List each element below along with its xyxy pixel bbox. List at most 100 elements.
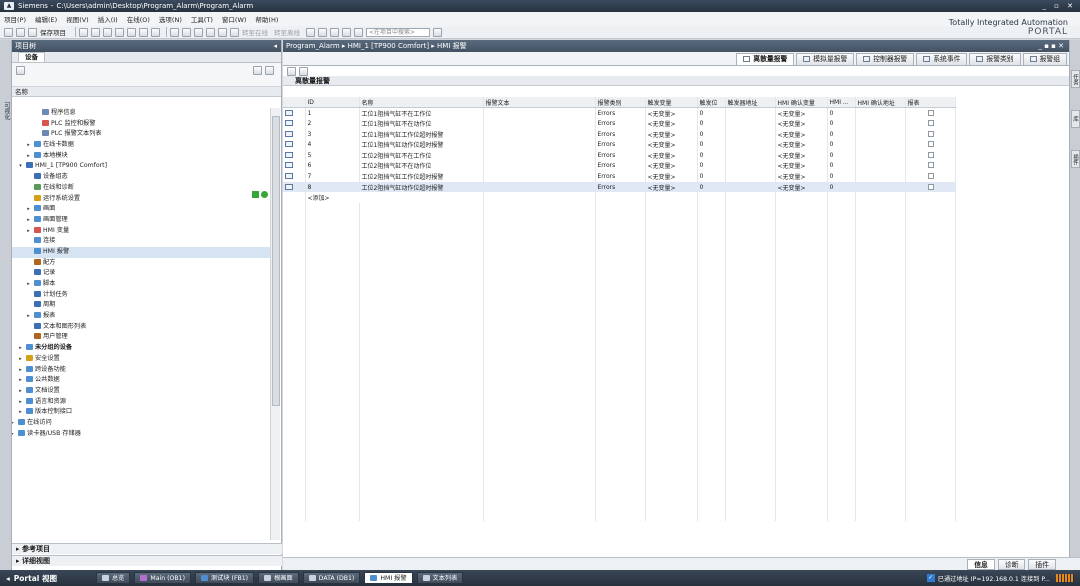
tab-alarm-type[interactable]: 模拟量报警	[796, 53, 855, 65]
details-view-bar[interactable]: ▸ 详细视图	[12, 555, 282, 566]
search-icon[interactable]	[433, 27, 442, 37]
breadcrumb-device[interactable]: HMI_1 [TP900 Comfort]	[348, 42, 429, 50]
save-icon[interactable]	[28, 27, 37, 37]
table-cell[interactable]: 1	[305, 107, 360, 119]
add-device-icon[interactable]	[16, 66, 25, 75]
table-cell[interactable]	[725, 149, 776, 161]
tree-item[interactable]: ▸ 画面	[12, 204, 270, 215]
hmi-ack-address-cell[interactable]	[855, 181, 906, 193]
table-cell[interactable]: 0	[827, 149, 856, 161]
menu-item[interactable]: 窗口(W)	[222, 14, 247, 24]
menu-item[interactable]: 项目(P)	[4, 14, 26, 24]
tab-alarm-type[interactable]: 系统事件	[916, 53, 968, 65]
table-cell[interactable]: 2	[305, 118, 360, 129]
menu-item[interactable]: 编辑(E)	[35, 14, 57, 24]
expand-arrow-icon[interactable]: ▾	[18, 161, 23, 172]
upload-icon[interactable]	[194, 27, 203, 37]
report-cell[interactable]	[905, 160, 956, 172]
table-cell[interactable]	[725, 118, 776, 129]
open-editor-tab[interactable]: Main (OB1)	[134, 572, 191, 584]
hmi-ack-address-cell[interactable]	[855, 139, 906, 150]
hmi-ack-address-cell[interactable]	[855, 107, 906, 119]
tree-item[interactable]: ▸ 文档设置	[12, 386, 270, 397]
column-header[interactable]: 报警文本	[483, 97, 596, 109]
table-row[interactable]: 2 工位1阻挡气缸不在动作位 Errors <无变量> 0 <无变量> 0	[283, 118, 956, 129]
report-cell[interactable]	[905, 139, 956, 150]
tree-item[interactable]: ▸ HMI 变量	[12, 226, 270, 237]
table-cell[interactable]: 6	[305, 160, 360, 172]
tree-item[interactable]: HMI 报警	[12, 246, 270, 258]
menu-item[interactable]: 插入(I)	[98, 14, 118, 24]
open-editor-tab[interactable]: DATA (DB1)	[302, 572, 361, 584]
table-cell[interactable]: 7	[305, 171, 360, 182]
table-cell[interactable]: Errors	[595, 181, 646, 193]
tree-item[interactable]: 用户管理	[12, 332, 270, 343]
table-cell[interactable]: 4	[305, 139, 360, 150]
report-cell[interactable]	[905, 107, 956, 119]
menu-item[interactable]: 视图(V)	[66, 14, 89, 24]
start-cpu-icon[interactable]	[218, 27, 227, 37]
split-horizontal-icon[interactable]	[342, 27, 351, 37]
menu-item[interactable]: 在线(O)	[127, 14, 150, 24]
simulate-icon[interactable]	[206, 27, 215, 37]
tab-alarm-type[interactable]: 控制器报警	[856, 53, 915, 65]
table-cell[interactable]: 工位1阻挡气缸动作位超时报警	[359, 139, 484, 150]
tree-item[interactable]: 连接	[12, 236, 270, 247]
table-cell[interactable]: <无变量>	[645, 118, 698, 129]
table-cell[interactable]: Errors	[595, 160, 646, 172]
breadcrumb-editor[interactable]: HMI 报警	[437, 42, 467, 50]
table-cell[interactable]: 0	[697, 160, 726, 172]
column-header[interactable]: 触发位	[697, 97, 726, 109]
go-offline-button[interactable]: 转至离线	[274, 27, 300, 37]
tree-item[interactable]: 程序信息	[12, 108, 270, 119]
tree-item[interactable]: PLC 监控和报警	[12, 119, 270, 130]
table-cell[interactable]: <无变量>	[775, 128, 828, 140]
cut-icon[interactable]	[91, 27, 100, 37]
table-cell[interactable]: Errors	[595, 139, 646, 150]
breadcrumb-project[interactable]: Program_Alarm	[286, 42, 340, 50]
table-cell[interactable]: 工位1阻挡气缸工作位超时报警	[359, 128, 484, 140]
expand-arrow-icon[interactable]: ▸	[26, 140, 31, 151]
table-cell[interactable]	[483, 160, 596, 172]
reference-projects-bar[interactable]: ▸ 参考项目	[12, 543, 282, 554]
open-project-icon[interactable]	[16, 27, 25, 37]
open-editor-tab[interactable]: 文本列表	[416, 572, 464, 584]
hmi-ack-address-cell[interactable]	[855, 128, 906, 140]
table-cell[interactable]: 工位1阻挡气缸不在动作位	[359, 118, 484, 129]
report-cell[interactable]	[905, 171, 956, 182]
tree-item[interactable]: ▸ 语言和资源	[12, 397, 270, 408]
expand-arrow-icon[interactable]: ▸	[26, 279, 31, 290]
tree-item[interactable]: 在线和诊断	[12, 183, 270, 194]
table-row[interactable]: 7 工位2阻挡气缸工作位超时报警 Errors <无变量> 0 <无变量> 0	[283, 171, 956, 182]
table-row[interactable]: 5 工位2阻挡气缸不在工作位 Errors <无变量> 0 <无变量> 0	[283, 149, 956, 161]
table-cell[interactable]: 5	[305, 149, 360, 161]
table-cell[interactable]: 0	[827, 128, 856, 140]
hmi-ack-address-cell[interactable]	[855, 160, 906, 172]
open-editor-tab[interactable]: 总览	[96, 572, 131, 584]
column-header[interactable]: 触发器地址	[725, 97, 776, 109]
tree-item[interactable]: PLC 报警文本列表	[12, 129, 270, 140]
editor-window-controls[interactable]: _ ▪ ▪ ✕	[1038, 40, 1064, 52]
table-cell[interactable]: 0	[827, 171, 856, 182]
expand-arrow-icon[interactable]: ▸	[26, 215, 31, 226]
visualization-side-tab[interactable]: 可视化	[1, 102, 11, 120]
expand-arrow-icon[interactable]: ▸	[18, 343, 23, 354]
table-cell[interactable]	[725, 139, 776, 150]
scrollbar-thumb[interactable]	[272, 116, 280, 406]
expand-arrow-icon[interactable]: ▸	[26, 311, 31, 322]
tree-item[interactable]: ▸ 脚本	[12, 279, 270, 290]
right-rail-tab[interactable]: 库	[1071, 110, 1080, 128]
add-new-alarm[interactable]: <添加>	[305, 192, 484, 203]
cross-reference-icon[interactable]	[318, 27, 327, 37]
column-header[interactable]: HMI ...	[827, 97, 856, 109]
inspector-tab[interactable]: 插件	[1028, 558, 1056, 570]
table-cell[interactable]: <无变量>	[775, 171, 828, 182]
column-header[interactable]	[283, 97, 306, 109]
expand-arrow-icon[interactable]: ▸	[26, 151, 31, 162]
tab-devices[interactable]: 设备	[18, 52, 45, 62]
column-header[interactable]: ID	[305, 97, 360, 109]
table-cell[interactable]	[725, 107, 776, 119]
table-cell[interactable]: 0	[697, 149, 726, 161]
hmi-ack-address-cell[interactable]	[855, 149, 906, 161]
overview-icon[interactable]	[253, 66, 262, 75]
